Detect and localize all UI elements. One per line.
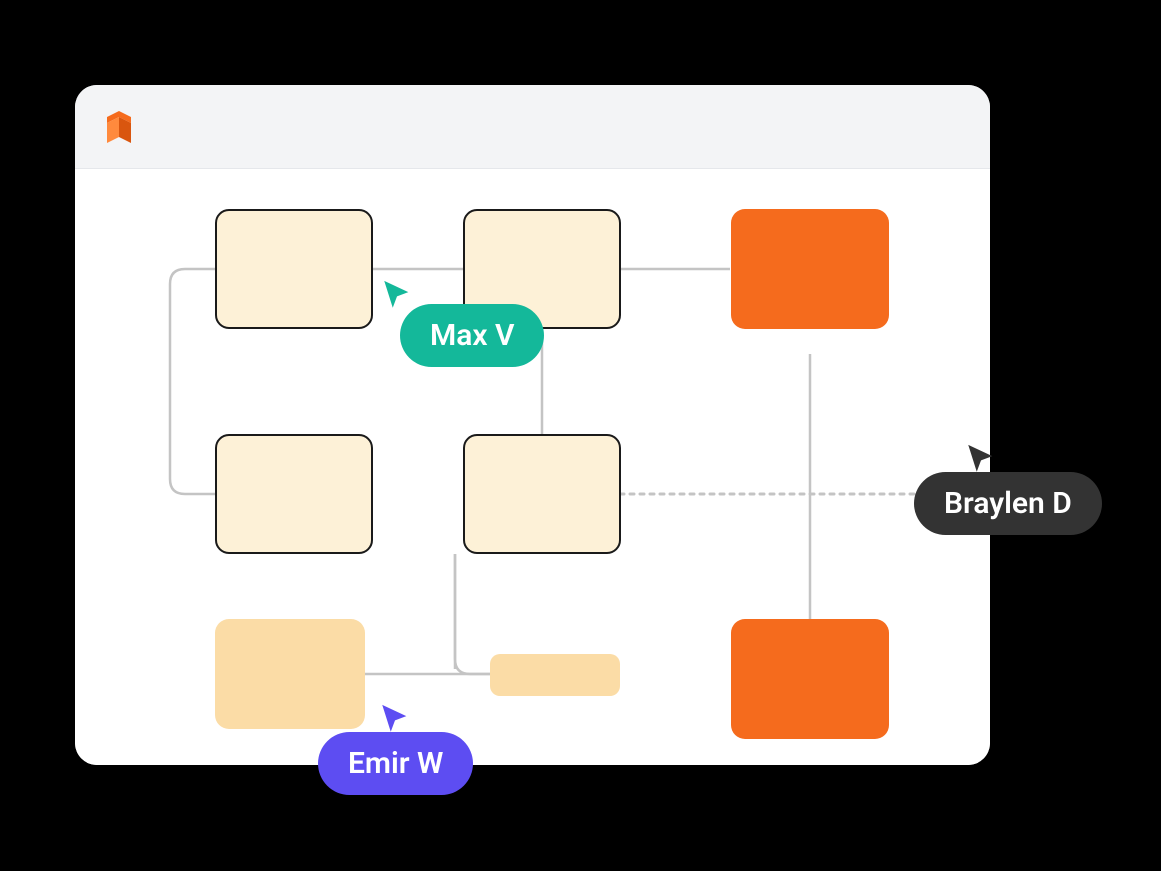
diagram-node[interactable] (490, 654, 620, 696)
diagram-node[interactable] (731, 209, 889, 329)
diagram-node[interactable] (731, 619, 889, 739)
collaborator-label: Braylen D (914, 472, 1102, 535)
app-window (75, 85, 990, 765)
diagram-node[interactable] (215, 434, 373, 554)
diagram-node[interactable] (463, 434, 621, 554)
cursor-arrow-icon (380, 278, 414, 312)
titlebar (75, 85, 990, 169)
cursor-arrow-icon (964, 442, 998, 476)
diagram-canvas[interactable] (75, 169, 990, 765)
cursor-arrow-icon (378, 702, 412, 736)
app-logo-icon (97, 105, 141, 149)
collaborator-label: Max V (400, 304, 544, 367)
diagram-node[interactable] (215, 209, 373, 329)
collaborator-label: Emir W (318, 732, 473, 795)
diagram-node[interactable] (215, 619, 365, 729)
